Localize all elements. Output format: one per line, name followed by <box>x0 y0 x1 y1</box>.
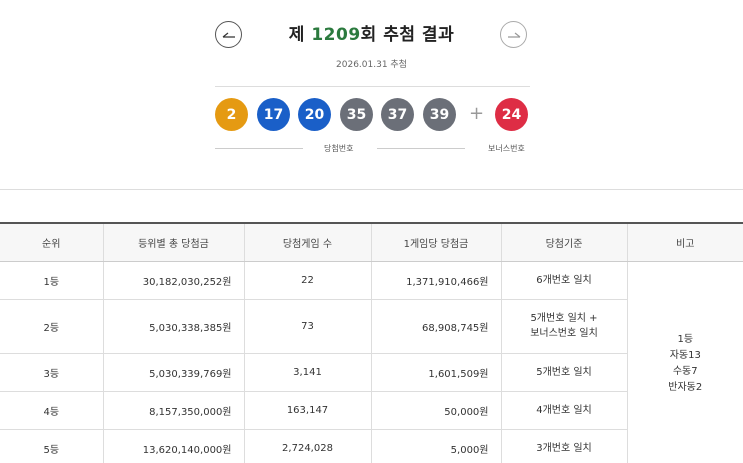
winning-numbers-caption: 당첨번호 <box>324 144 354 153</box>
winning-criteria-cell: 6개번호 일치 <box>501 261 628 300</box>
total-prize-cell: 13,620,140,000원 <box>103 429 245 463</box>
winning-number-ball-6: 39 <box>423 98 456 131</box>
bonus-number-ball: 24 <box>495 98 528 131</box>
winning-number-ball-1: 2 <box>215 98 248 131</box>
column-header-total-prize: 등위별 총 당첨금 <box>103 222 245 262</box>
total-prize-cell: 8,157,350,000원 <box>103 391 245 430</box>
prize-table: 순위 등위별 총 당첨금 당첨게임 수 1게임당 당첨금 당첨기준 비고 1등 … <box>0 222 743 463</box>
page-title: 제 1209회 추첨 결과 <box>288 25 455 45</box>
winning-criteria-cell: 5개번호 일치 + 보너스번호 일치 <box>501 299 628 354</box>
winner-count-cell: 2,724,028 <box>244 429 372 463</box>
prize-per-game-cell: 5,000원 <box>371 429 502 463</box>
total-prize-cell: 5,030,338,385원 <box>103 299 245 354</box>
winning-criteria-cell: 4개번호 일치 <box>501 391 628 430</box>
winning-criteria-cell: 5개번호 일치 <box>501 353 628 392</box>
column-header-prize-per-game: 1게임당 당첨금 <box>371 222 502 262</box>
round-number: 1209 <box>311 25 361 45</box>
winner-count-cell: 3,141 <box>244 353 372 392</box>
rank-cell: 1등 <box>0 261 104 300</box>
winning-number-ball-2: 17 <box>257 98 290 131</box>
draw-date: 2026.01.31 추첨 <box>336 60 407 70</box>
winning-criteria-cell: 3개번호 일치 <box>501 429 628 463</box>
winner-count-cell: 163,147 <box>244 391 372 430</box>
prize-per-game-cell: 50,000원 <box>371 391 502 430</box>
winner-count-cell: 73 <box>244 299 372 354</box>
notes-cell: 1등 자동13 수동7 반자동2 <box>627 261 743 463</box>
caption-line <box>215 148 303 149</box>
winning-number-ball-3: 20 <box>298 98 331 131</box>
section-divider <box>0 189 743 190</box>
column-header-rank: 순위 <box>0 222 104 262</box>
winner-count-cell: 22 <box>244 261 372 300</box>
table-header-row: 순위 등위별 총 당첨금 당첨게임 수 1게임당 당첨금 당첨기준 비고 <box>0 222 743 262</box>
winning-number-ball-4: 35 <box>340 98 373 131</box>
column-header-winning-criteria: 당첨기준 <box>501 222 628 262</box>
rank-cell: 2등 <box>0 299 104 354</box>
prize-per-game-cell: 1,371,910,466원 <box>371 261 502 300</box>
column-header-winner-count: 당첨게임 수 <box>244 222 372 262</box>
prize-per-game-cell: 1,601,509원 <box>371 353 502 392</box>
rank-cell: 4등 <box>0 391 104 430</box>
next-round-button[interactable] <box>500 21 527 48</box>
rank-cell: 5등 <box>0 429 104 463</box>
plus-sign: + <box>469 103 485 124</box>
rank-cell: 3등 <box>0 353 104 392</box>
total-prize-cell: 30,182,030,252원 <box>103 261 245 300</box>
caption-line <box>377 148 465 149</box>
table-row: 1등 30,182,030,252원 22 1,371,910,466원 6개번… <box>0 261 743 463</box>
bonus-number-caption: 보너스번호 <box>488 144 525 153</box>
column-header-notes: 비고 <box>627 222 743 262</box>
winning-number-ball-5: 37 <box>381 98 414 131</box>
arrow-right-icon <box>507 32 520 38</box>
divider <box>215 86 530 87</box>
prize-per-game-cell: 68,908,745원 <box>371 299 502 354</box>
total-prize-cell: 5,030,339,769원 <box>103 353 245 392</box>
draw-result-header: 제 1209회 추첨 결과 2026.01.31 추첨 2 17 20 35 3… <box>0 0 743 190</box>
